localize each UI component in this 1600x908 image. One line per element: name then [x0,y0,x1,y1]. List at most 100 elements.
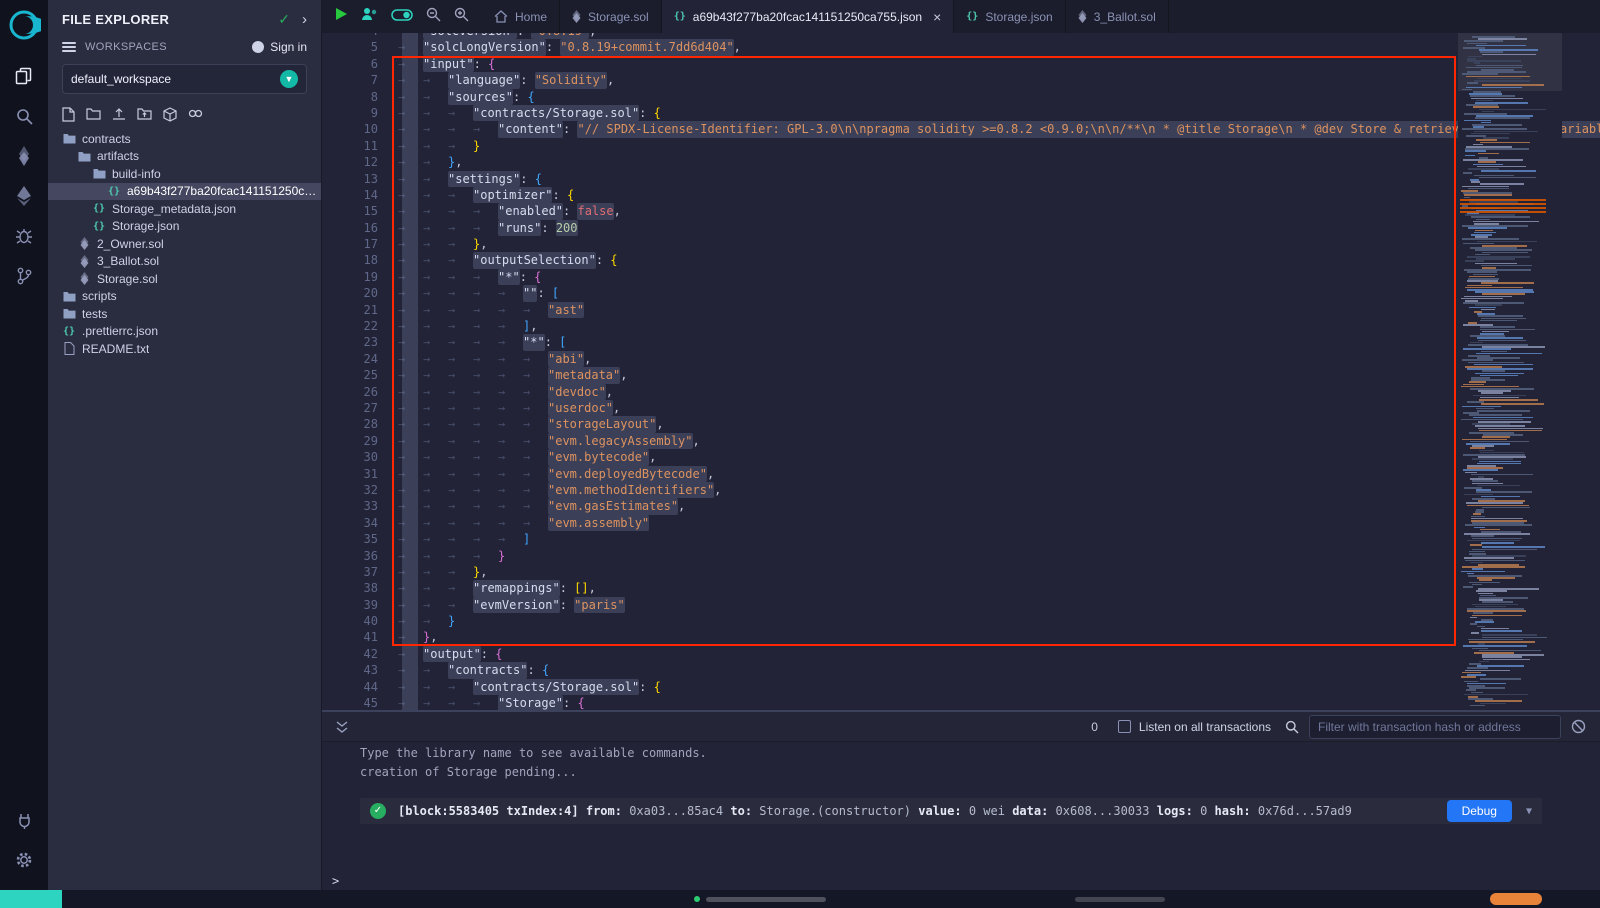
listen-all-checkbox[interactable] [1118,720,1131,733]
code-line-26: 26→→→→→→"devdoc", [322,384,1600,400]
file-explorer-panel: FILE EXPLORER ✓ › WORKSPACES Sign in def… [48,0,322,890]
expand-transaction-icon[interactable]: ▼ [1526,806,1532,817]
tab-a69b43f277ba20fcac141151250ca755-json[interactable]: {}a69b43f277ba20fcac141151250ca755.json× [662,0,955,33]
terminal-prompt[interactable]: > [332,874,339,888]
code-line-41: 41→}, [322,629,1600,645]
tree-item-storage-metadata-json[interactable]: {} Storage_metadata.json [48,200,321,218]
workspace-dropdown-icon[interactable]: ▼ [280,70,298,88]
tree-item-tests[interactable]: tests [48,305,321,323]
line-number: 22 [322,318,378,334]
tree-item-artifacts[interactable]: artifacts [48,148,321,166]
tree-item-storage-json[interactable]: {}Storage.json [48,218,321,236]
checkmark-icon[interactable]: ✓ [278,11,290,28]
new-file-icon[interactable] [62,107,75,122]
zoom-in-icon[interactable] [454,7,469,27]
people-icon[interactable] [361,7,378,26]
line-number: 30 [322,449,378,465]
tree-item-build-info[interactable]: build-info [48,165,321,183]
close-tab-icon[interactable]: × [933,9,941,25]
sign-in-button[interactable]: Sign in [252,40,307,54]
transaction-log-row[interactable]: ✓ [block:5583405 txIndex:4] from: 0xa03.… [360,798,1542,824]
toggle-widgets-icon[interactable] [391,8,413,26]
load-template-icon[interactable] [163,107,177,122]
code-line-32: 32→→→→→→"evm.methodIdentifiers", [322,482,1600,498]
remix-logo-icon[interactable] [7,8,41,42]
tree-item-label: 2_Owner.sol [97,237,164,251]
tree-item-storage-sol[interactable]: Storage.sol [48,270,321,288]
upload-file-icon[interactable] [112,107,126,122]
tab-bar: HomeStorage.sol{}a69b43f277ba20fcac14115… [322,0,1600,33]
chevron-right-icon[interactable]: › [302,11,307,28]
code-line-23: 23→→→→→"*": [ [322,334,1600,350]
tab-3-ballot-sol[interactable]: 3_Ballot.sol [1066,0,1169,33]
zoom-out-icon[interactable] [426,7,441,27]
tree-item-a69b43f277ba20fcac141151250ca7-[interactable]: {}a69b43f277ba20fcac141151250ca7... [48,183,321,201]
code-line-40: 40→→} [322,613,1600,629]
new-folder-icon[interactable] [86,107,101,122]
upload-folder-icon[interactable] [137,107,152,122]
debugger-icon[interactable] [0,216,48,256]
terminal-output[interactable]: Type the library name to see available c… [322,746,1600,824]
line-number: 25 [322,367,378,383]
tab-label: Home [515,10,547,24]
line-number: 35 [322,531,378,547]
minimap[interactable] [1458,33,1562,710]
file-explorer-icon[interactable] [0,56,48,96]
line-number: 19 [322,269,378,285]
transaction-filter-input[interactable] [1309,715,1561,739]
line-number: 16 [322,220,378,236]
tab-label: Storage.sol [588,10,649,24]
line-number: 15 [322,203,378,219]
solidity-file-icon [77,255,91,268]
terminal-search-icon[interactable] [1285,720,1299,734]
line-number: 38 [322,580,378,596]
git-icon[interactable] [0,256,48,296]
tree-item-3-ballot-sol[interactable]: 3_Ballot.sol [48,253,321,271]
tree-item-scripts[interactable]: scripts [48,288,321,306]
json-file-icon: {} [92,203,106,214]
link-external-icon[interactable] [188,107,203,122]
line-number: 18 [322,252,378,268]
tab-label: a69b43f277ba20fcac141151250ca755.json [693,10,922,24]
folder-icon [62,291,76,302]
code-line-5: 5→"solcLongVersion": "0.8.19+commit.7dd6… [322,39,1600,55]
tab-storage-json[interactable]: {}Storage.json [954,0,1065,33]
workspace-select[interactable]: default_workspace ▼ [62,64,307,94]
main-area: HomeStorage.sol{}a69b43f277ba20fcac14115… [322,0,1600,890]
plugin-manager-icon[interactable] [0,800,48,840]
tree-item-contracts[interactable]: contracts [48,130,321,148]
deploy-and-run-icon[interactable] [0,176,48,216]
line-number: 36 [322,548,378,564]
clear-console-icon[interactable] [1571,719,1586,734]
alert-badge[interactable] [1490,893,1542,905]
run-script-icon[interactable] [335,7,348,26]
tab-home[interactable]: Home [482,0,560,33]
solidity-icon [572,10,581,23]
tree-item-label: scripts [82,289,117,303]
tree-item-label: Storage_metadata.json [112,202,236,216]
code-line-30: 30→→→→→→"evm.bytecode", [322,449,1600,465]
transaction-summary: [block:5583405 txIndex:4] from: 0xa03...… [398,804,1352,818]
line-number: 10 [322,121,378,137]
terminal-toolbar: 0 Listen on all transactions [322,712,1600,742]
workspace-menu-icon[interactable] [62,40,76,54]
json-file-icon: {} [107,186,121,197]
tab-storage-sol[interactable]: Storage.sol [560,0,662,33]
line-number: 28 [322,416,378,432]
panel-title: FILE EXPLORER [62,12,278,27]
code-line-21: 21→→→→→→"ast" [322,302,1600,318]
folder-icon [77,151,91,162]
tree-item--prettierrc-json[interactable]: {}.prettierrc.json [48,323,321,341]
code-line-27: 27→→→→→→"userdoc", [322,400,1600,416]
terminal-expand-icon[interactable] [336,721,348,733]
solidity-compiler-icon[interactable] [0,136,48,176]
search-icon[interactable] [0,96,48,136]
workspace-status-segment[interactable] [0,890,62,908]
tree-item-2-owner-sol[interactable]: 2_Owner.sol [48,235,321,253]
settings-gear-icon[interactable] [0,840,48,880]
network-status-dot [694,896,700,902]
code-line-36: 36→→→→} [322,548,1600,564]
debug-button[interactable]: Debug [1447,800,1512,822]
code-editor[interactable]: 4→"solcVersion": "0.8.19",5→"solcLongVer… [322,33,1600,710]
tree-item-readme-txt[interactable]: README.txt [48,340,321,358]
